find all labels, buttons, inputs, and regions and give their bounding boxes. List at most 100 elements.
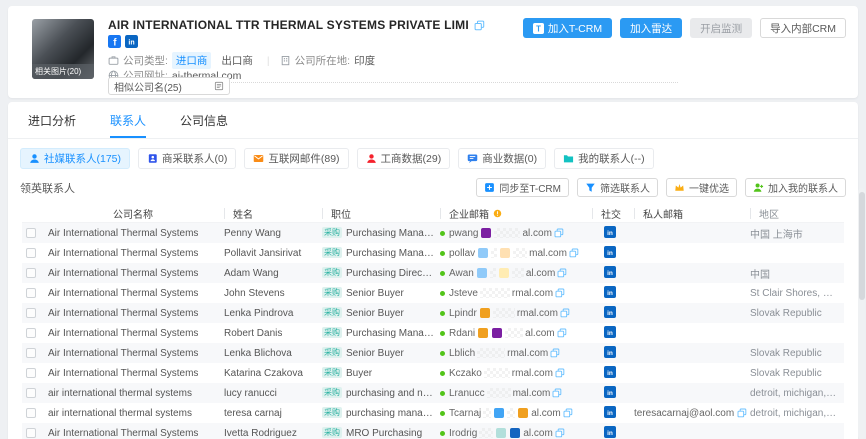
linkedin-icon[interactable]: in	[604, 266, 616, 278]
company-cell[interactable]: Air International Thermal Systems	[48, 288, 224, 299]
row-checkbox[interactable]	[26, 388, 36, 398]
email-text: Rdani	[449, 328, 475, 339]
copy-icon[interactable]	[555, 288, 565, 298]
copy-icon[interactable]	[557, 268, 567, 278]
linkedin-icon[interactable]: in	[604, 326, 616, 338]
name-cell[interactable]: teresa carnaj	[224, 408, 322, 419]
company-type-importer: 进口商	[172, 52, 212, 69]
同步至T-CRM-button[interactable]: 同步至T-CRM	[476, 178, 569, 197]
linkedin-icon[interactable]: in	[604, 386, 616, 398]
company-cell[interactable]: Air International Thermal Systems	[48, 368, 224, 379]
company-cell[interactable]: Air International Thermal Systems	[48, 328, 224, 339]
row-checkbox[interactable]	[26, 268, 36, 278]
mail-icon	[253, 153, 264, 164]
name-cell[interactable]: Lenka Blichova	[224, 348, 322, 359]
linkedin-icon[interactable]: in	[604, 226, 616, 238]
email-status-dot	[440, 291, 445, 296]
copy-icon[interactable]	[569, 248, 579, 258]
name-cell[interactable]: Lenka Pindrova	[224, 308, 322, 319]
linkedin-icon[interactable]: in	[604, 366, 616, 378]
email-masked-gap	[477, 348, 505, 358]
scrollbar-thumb[interactable]	[859, 192, 865, 300]
row-checkbox[interactable]	[26, 248, 36, 258]
linkedin-icon[interactable]: in	[604, 406, 616, 418]
copy-icon[interactable]	[555, 428, 565, 438]
copy-icon[interactable]	[550, 348, 560, 358]
加入T-CRM-button[interactable]: T加入T-CRM	[523, 18, 612, 38]
table-row: air international thermal systemslucy ra…	[22, 383, 844, 403]
name-cell[interactable]: Ivetta Rodriguez	[224, 428, 322, 439]
row-checkbox[interactable]	[26, 308, 36, 318]
subtab-互联网邮件(89)[interactable]: 互联网邮件(89)	[244, 148, 348, 169]
email-masked-gap	[483, 408, 491, 418]
email-masked-block	[478, 248, 488, 258]
company-cell[interactable]: air international thermal systems	[48, 408, 224, 419]
copy-icon[interactable]	[474, 20, 485, 31]
name-cell[interactable]: Penny Wang	[224, 228, 322, 239]
social-cell: in	[592, 406, 634, 421]
筛选联系人-button[interactable]: 筛选联系人	[577, 178, 658, 197]
facebook-icon[interactable]: f	[108, 35, 121, 48]
copy-icon[interactable]	[563, 408, 573, 418]
company-cell[interactable]: Air International Thermal Systems	[48, 228, 224, 239]
copy-icon[interactable]	[557, 328, 567, 338]
row-checkbox[interactable]	[26, 428, 36, 438]
linkedin-icon[interactable]: in	[604, 306, 616, 318]
导入内部CRM-button[interactable]: 导入内部CRM	[760, 18, 846, 38]
linkedin-icon[interactable]: in	[604, 286, 616, 298]
linkedin-icon[interactable]: in	[604, 246, 616, 258]
tab-联系人[interactable]: 联系人	[110, 112, 146, 138]
开启监测-button[interactable]: 开启监测	[690, 18, 752, 38]
position-label: Purchasing Director, China	[346, 268, 440, 279]
company-image[interactable]: 相关图片(20)	[32, 19, 94, 79]
subtab-商业数据(0)[interactable]: 商业数据(0)	[458, 148, 546, 169]
content-card: 进口分析 联系人 公司信息 社媒联系人(175) 商采联系人(0) 互联网邮件(89) 工…	[8, 102, 858, 439]
copy-icon[interactable]	[560, 308, 570, 318]
company-cell[interactable]: Air International Thermal Systems	[48, 308, 224, 319]
加入雷达-button[interactable]: 加入雷达	[620, 18, 682, 38]
copy-icon[interactable]	[552, 388, 562, 398]
linkedin-icon[interactable]: in	[125, 35, 138, 48]
vertical-scrollbar[interactable]	[858, 188, 865, 439]
name-cell[interactable]: Robert Danis	[224, 328, 322, 339]
subtab-社媒联系人(175)[interactable]: 社媒联系人(175)	[20, 148, 130, 169]
subtab-商采联系人(0)[interactable]: 商采联系人(0)	[138, 148, 236, 169]
company-cell[interactable]: Air International Thermal Systems	[48, 428, 224, 439]
row-checkbox[interactable]	[26, 368, 36, 378]
similar-companies-select[interactable]: 相似公司名(25)	[108, 77, 230, 95]
name-cell[interactable]: John Stevens	[224, 288, 322, 299]
name-cell[interactable]: lucy ranucci	[224, 388, 322, 399]
copy-icon[interactable]	[555, 368, 565, 378]
name-cell[interactable]: Katarina Czakova	[224, 368, 322, 379]
button-label: 导入内部CRM	[770, 21, 836, 36]
name-cell[interactable]: Adam Wang	[224, 268, 322, 279]
company-cell[interactable]: Air International Thermal Systems	[48, 348, 224, 359]
row-checkbox[interactable]	[26, 228, 36, 238]
button-label: 一键优选	[689, 180, 729, 195]
row-checkbox[interactable]	[26, 348, 36, 358]
一键优选-button[interactable]: 一键优选	[666, 178, 737, 197]
copy-icon[interactable]	[554, 228, 564, 238]
company-cell[interactable]: Air International Thermal Systems	[48, 248, 224, 259]
tab-进口分析[interactable]: 进口分析	[28, 112, 76, 138]
tab-公司信息[interactable]: 公司信息	[180, 112, 228, 138]
subtab-我的联系人(--)[interactable]: 我的联系人(--)	[554, 148, 654, 169]
email-status-dot	[440, 271, 445, 276]
row-checkbox[interactable]	[26, 408, 36, 418]
company-cell[interactable]: Air International Thermal Systems	[48, 268, 224, 279]
position-label: Senior Buyer	[346, 308, 404, 319]
position-label: purchasing manager	[346, 408, 437, 419]
email-info-icon[interactable]	[493, 209, 502, 218]
linkedin-icon[interactable]: in	[604, 426, 616, 438]
email-masked-block	[478, 328, 488, 338]
social-cell: in	[592, 286, 634, 301]
linkedin-icon[interactable]: in	[604, 346, 616, 358]
company-cell[interactable]: air international thermal systems	[48, 388, 224, 399]
加入我的联系人-button[interactable]: 加入我的联系人	[745, 178, 846, 197]
row-checkbox[interactable]	[26, 328, 36, 338]
row-checkbox[interactable]	[26, 288, 36, 298]
position-tag: 采购	[322, 267, 342, 278]
copy-icon[interactable]	[737, 408, 747, 418]
subtab-工商数据(29)[interactable]: 工商数据(29)	[357, 148, 451, 169]
name-cell[interactable]: Pollavit Jansirivat	[224, 248, 322, 259]
